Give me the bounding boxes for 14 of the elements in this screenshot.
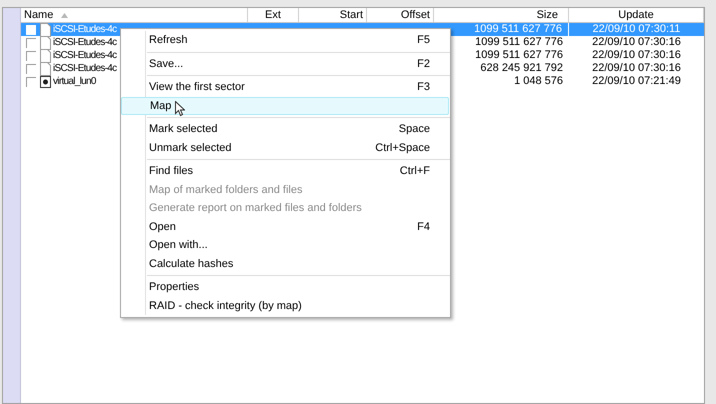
size-cell-text: 1099 511 627 776 xyxy=(474,36,564,49)
file-name: iSCSI-Etudes-4c xyxy=(53,49,116,62)
update-cell-text: 22/09/10 07:30:11 xyxy=(592,23,682,36)
file-name: virtual_lun0 xyxy=(53,75,96,88)
size-cell-text: 628 245 921 792 xyxy=(479,62,564,75)
update-cell-text: 22/09/10 07:30:16 xyxy=(591,49,682,62)
file-name: iSCSI-Etudes-4c xyxy=(53,23,116,36)
size-cell-text: 1099 511 627 776 xyxy=(474,49,564,62)
update-cell-text: 22/09/10 07:21:49 xyxy=(591,75,682,88)
file-name: iSCSI-Etudes-4c xyxy=(53,62,116,75)
update-cell-text: 22/09/10 07:30:16 xyxy=(591,62,682,75)
size-cell-text: 1 048 576 xyxy=(513,75,564,88)
file-name: iSCSI-Etudes-4c xyxy=(53,36,116,49)
update-cell-text: 22/09/10 07:30:16 xyxy=(591,36,682,49)
